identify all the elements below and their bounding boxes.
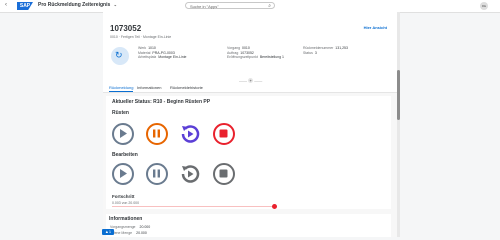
- value-material: PRA-PG-0003: [152, 50, 175, 55]
- app-title[interactable]: Pro Rückmeldung Zeitereignis ⌄: [38, 2, 117, 8]
- confirmation-panel: Aktueller Status: R10 - Beginn Rüsten PP…: [106, 96, 391, 209]
- search-input[interactable]: Suche in "Apps" ⌕: [185, 2, 275, 9]
- operation-icon: ↻: [111, 47, 129, 65]
- value-arbeitsplatz: Montage Ein-Linie: [158, 55, 187, 59]
- label-arbeitsplatz: Arbeitsplatz: [138, 55, 157, 59]
- label-status: Status: [303, 50, 313, 55]
- info-value: 20.000: [136, 231, 147, 235]
- search-placeholder: Suche in "Apps": [190, 4, 219, 9]
- label-rueckmeldenummer: Rückmeldenummer: [303, 46, 334, 50]
- header-pager[interactable]: —— + ——: [239, 78, 262, 83]
- play-icon: [120, 169, 127, 178]
- info-panel: Informationen Vorgangsmenge 20.000 Offene…: [106, 214, 391, 237]
- label-eroeffnung: Eröffnungszeitpunkt: [227, 55, 258, 59]
- value-status: 3: [314, 50, 317, 55]
- progress-title: Fortschritt: [112, 194, 135, 199]
- replay-icon: [181, 165, 200, 183]
- value-rueckmeldenummer: 131,253: [335, 46, 348, 50]
- progress-bar: [112, 206, 277, 207]
- chevron-left-icon[interactable]: ‹: [5, 2, 7, 8]
- current-status: Aktueller Status: R10 - Beginn Rüsten PP: [112, 99, 211, 105]
- label-werk: Werk: [138, 46, 147, 50]
- chevron-down-icon: ⌄: [113, 2, 117, 7]
- object-title: 1073052: [110, 24, 142, 33]
- process-stop-button[interactable]: [213, 163, 235, 185]
- value-werk: 1010: [148, 46, 156, 50]
- pager-line-right: ——: [254, 78, 263, 83]
- expand-icon[interactable]: +: [248, 78, 254, 83]
- info-label: Vorgangsmenge: [110, 225, 136, 229]
- object-page: 1073052 0010 · Fertigen Teil · Montage E…: [103, 12, 397, 237]
- app-title-text: Pro Rückmeldung Zeitereignis: [38, 2, 111, 8]
- sap-logo[interactable]: SAP: [17, 2, 33, 10]
- group-bearbeiten: Bearbeiten: [112, 152, 138, 158]
- label-vorgang: Vorgang: [227, 46, 241, 50]
- avatar[interactable]: RE: [480, 2, 488, 10]
- search-icon[interactable]: ⌕: [268, 3, 271, 10]
- header-col-2: Vorgang 0010 Auftrag 1073052 Eröffnungsz…: [227, 46, 284, 60]
- tab-informationen[interactable]: Informationen: [137, 85, 161, 90]
- info-row: Offene Menge 20.000: [110, 231, 147, 235]
- object-subtitle: 0010 · Fertigen Teil · Montage Ein-Linie: [110, 35, 172, 39]
- show-more-link[interactable]: Hier Ansicht: [364, 25, 387, 30]
- scrollbar-track[interactable]: [397, 12, 400, 237]
- tab-rueckmeldehistorie[interactable]: Rückmeldehistorie: [170, 85, 203, 90]
- process-restart-button[interactable]: [179, 163, 201, 185]
- replay-icon: [181, 125, 200, 143]
- pager-line-left: ——: [239, 78, 247, 83]
- tab-bar: Rückmeldung Informationen Rückmeldehisto…: [103, 84, 397, 93]
- header-col-1: Werk 1010 Material PRA-PG-0003 Arbeitspl…: [138, 46, 186, 60]
- value-vorgang: 0010: [242, 46, 250, 50]
- progress-knob[interactable]: [272, 204, 277, 209]
- group-ruesten: Rüsten: [112, 110, 129, 116]
- play-icon: [120, 129, 127, 138]
- progress-text: 0.003 von 20.000: [112, 201, 140, 205]
- process-pause-button[interactable]: [146, 163, 168, 185]
- info-value: 20.000: [139, 225, 151, 229]
- pause-icon: [153, 169, 160, 178]
- value-eroeffnung: Bereitstellung 1: [259, 55, 284, 59]
- scrollbar-thumb[interactable]: [397, 70, 400, 120]
- stop-icon: [219, 129, 228, 138]
- tab-rueckmeldung[interactable]: Rückmeldung: [109, 85, 134, 92]
- setup-stop-button[interactable]: [213, 123, 235, 145]
- info-row: Vorgangsmenge 20.000: [110, 225, 150, 229]
- stop-icon: [219, 169, 228, 178]
- label-material: Material: [138, 50, 151, 55]
- label-auftrag: Auftrag: [227, 50, 239, 55]
- pause-icon: [153, 129, 160, 138]
- value-auftrag: 1073052: [240, 50, 254, 55]
- header-col-3: Rückmeldenummer 131,253 Status 3: [303, 46, 348, 55]
- setup-restart-button[interactable]: [179, 123, 201, 145]
- setup-pause-button[interactable]: [146, 123, 168, 145]
- message-badge[interactable]: ▲1: [102, 229, 114, 235]
- message-count: 1: [108, 229, 112, 234]
- info-title: Informationen: [109, 216, 143, 222]
- setup-start-button[interactable]: [112, 123, 134, 145]
- process-start-button[interactable]: [112, 163, 134, 185]
